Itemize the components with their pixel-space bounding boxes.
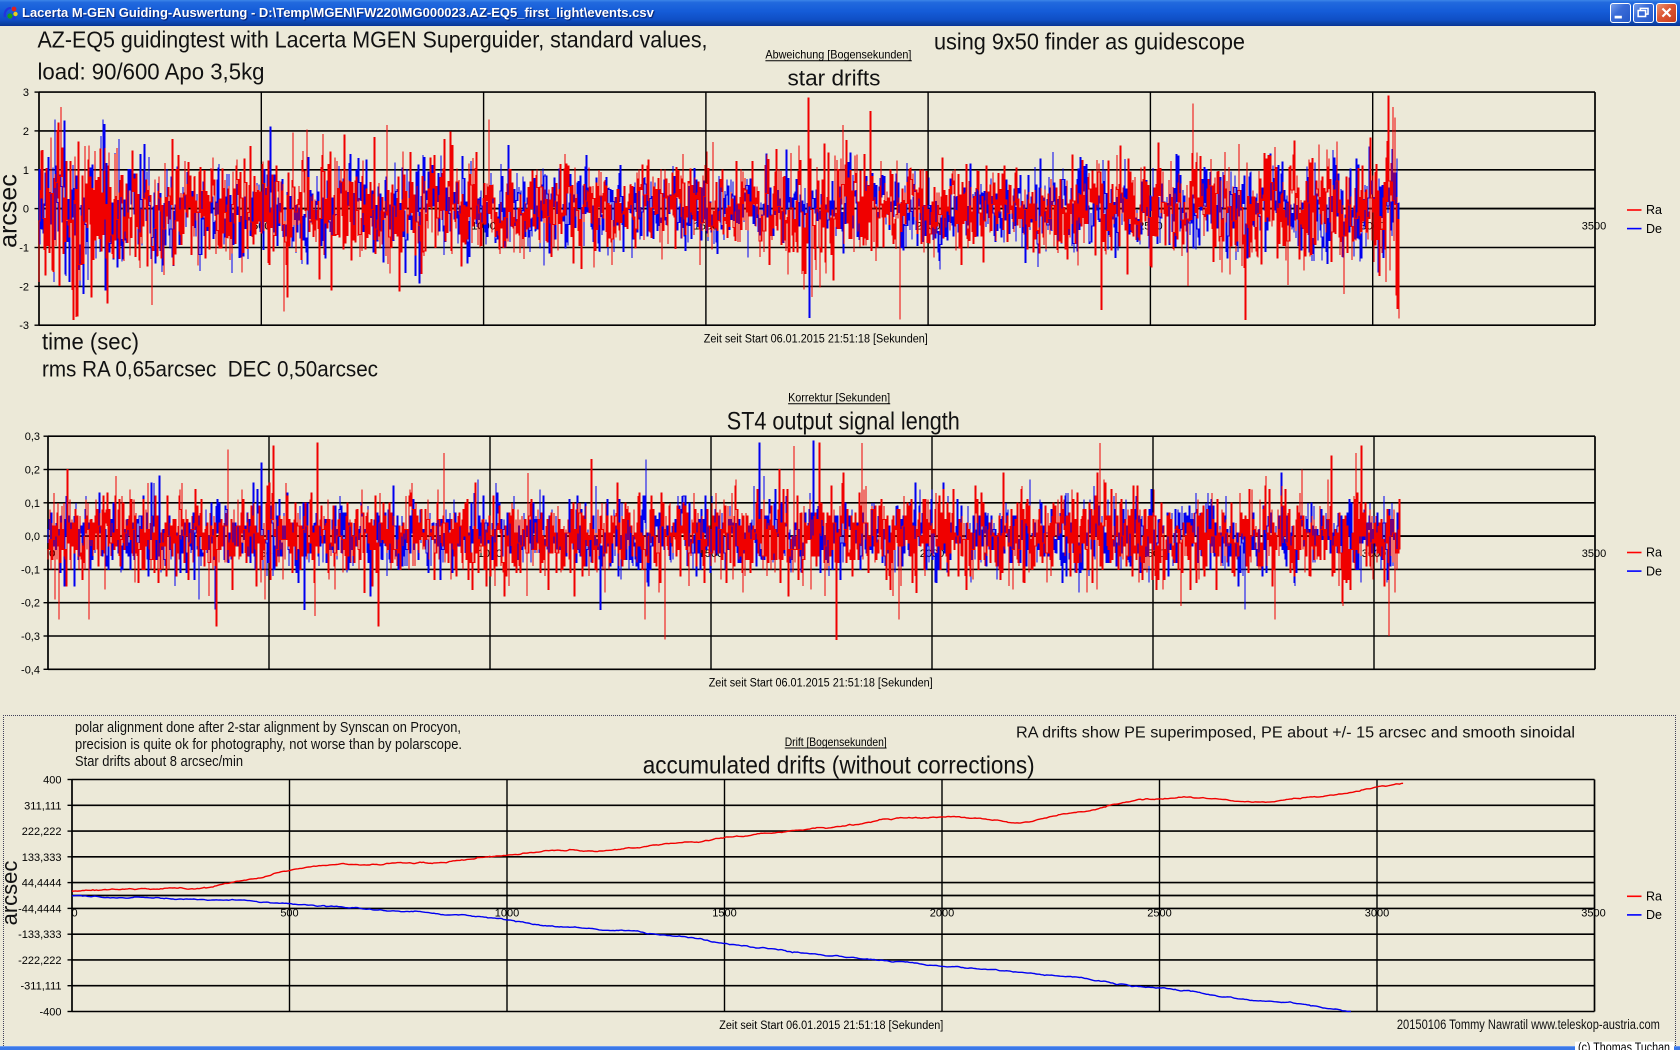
svg-text:3: 3	[23, 87, 29, 99]
svg-text:0: 0	[23, 204, 29, 216]
svg-text:133,333: 133,333	[22, 852, 62, 864]
svg-text:20150106 Tommy Nawratil www.te: 20150106 Tommy Nawratil www.teleskop-aus…	[1397, 1017, 1660, 1032]
svg-text:RA drifts show PE superimposed: RA drifts show PE superimposed, PE about…	[1016, 725, 1575, 742]
svg-text:-0,4: -0,4	[21, 664, 40, 676]
svg-text:arcsec: arcsec	[0, 861, 22, 926]
svg-text:rms RA 0,65arcsec DEC 0,50arc: rms RA 0,65arcsec DEC 0,50arcsec	[42, 357, 378, 382]
svg-text:-0,2: -0,2	[21, 598, 40, 610]
svg-text:-0,3: -0,3	[21, 631, 40, 643]
svg-text:0,2: 0,2	[25, 465, 40, 477]
svg-text:Korrektur [Sekunden]: Korrektur [Sekunden]	[788, 391, 890, 405]
svg-text:0,3: 0,3	[25, 431, 40, 443]
svg-text:-3: -3	[19, 320, 29, 332]
svg-text:0: 0	[71, 908, 77, 920]
svg-text:ST4 output signal length: ST4 output signal length	[727, 408, 960, 436]
svg-text:Abweichung [Bogensekunden]: Abweichung [Bogensekunden]	[765, 48, 911, 62]
svg-text:3500: 3500	[1581, 908, 1605, 920]
svg-text:-222,222: -222,222	[18, 955, 61, 967]
svg-text:1500: 1500	[712, 908, 736, 920]
svg-text:arcsec: arcsec	[0, 174, 23, 248]
svg-text:-400: -400	[39, 1007, 61, 1019]
svg-text:accumulated drifts (without co: accumulated drifts (without corrections)	[643, 752, 1035, 780]
svg-text:De: De	[1646, 222, 1662, 236]
svg-text:star drifts: star drifts	[788, 65, 881, 90]
svg-text:400: 400	[43, 775, 61, 787]
svg-text:2: 2	[23, 126, 29, 138]
svg-text:-133,333: -133,333	[18, 929, 61, 941]
svg-text:1: 1	[23, 165, 29, 177]
svg-text:using 9x50 finder as guidescop: using 9x50 finder as guidescope	[934, 29, 1245, 55]
svg-text:222,222: 222,222	[22, 826, 62, 838]
svg-text:-311,111: -311,111	[21, 981, 62, 993]
svg-text:AZ-EQ5 guidingtest with Lacert: AZ-EQ5 guidingtest with Lacerta MGEN Sup…	[38, 27, 708, 53]
svg-text:load: 90/600 Apo 3,5kg: load: 90/600 Apo 3,5kg	[38, 59, 265, 85]
svg-text:Ra: Ra	[1646, 203, 1662, 217]
svg-text:-44,4444: -44,4444	[18, 903, 61, 915]
svg-text:precision is quite ok for phot: precision is quite ok for photography, n…	[75, 737, 462, 753]
svg-text:time (sec): time (sec)	[42, 329, 139, 355]
svg-text:-2: -2	[19, 281, 29, 293]
svg-text:1000: 1000	[495, 908, 519, 920]
svg-text:3500: 3500	[1582, 221, 1606, 233]
svg-text:Zeit seit Start 06.01.2015 21:: Zeit seit Start 06.01.2015 21:51:18 [Sek…	[719, 1020, 943, 1032]
svg-text:De: De	[1646, 564, 1662, 578]
svg-text:(c) Thomas Tuchan: (c) Thomas Tuchan	[1578, 1041, 1670, 1050]
svg-text:Ra: Ra	[1646, 890, 1662, 904]
svg-text:Ra: Ra	[1646, 546, 1662, 560]
svg-text:Zeit seit Start 06.01.2015 21:: Zeit seit Start 06.01.2015 21:51:18 [Sek…	[709, 677, 933, 689]
svg-text:polar alignment done after 2-s: polar alignment done after 2-star alignm…	[75, 720, 461, 736]
svg-text:0,1: 0,1	[25, 498, 40, 510]
svg-text:De: De	[1646, 908, 1662, 922]
svg-text:Star drifts about 8 arcsec/min: Star drifts about 8 arcsec/min	[75, 754, 243, 770]
svg-text:3000: 3000	[1365, 908, 1389, 920]
svg-text:2500: 2500	[1147, 908, 1171, 920]
svg-text:2000: 2000	[930, 908, 954, 920]
svg-text:-0,1: -0,1	[21, 564, 40, 576]
svg-text:Drift [Bogensekunden]: Drift [Bogensekunden]	[785, 735, 887, 749]
svg-text:3500: 3500	[1582, 548, 1606, 560]
svg-text:44,4444: 44,4444	[22, 878, 62, 890]
svg-text:311,111: 311,111	[24, 800, 61, 812]
svg-text:500: 500	[280, 908, 298, 920]
svg-text:Zeit seit Start 06.01.2015 21:: Zeit seit Start 06.01.2015 21:51:18 [Sek…	[704, 334, 928, 346]
svg-text:0,0: 0,0	[25, 531, 40, 543]
